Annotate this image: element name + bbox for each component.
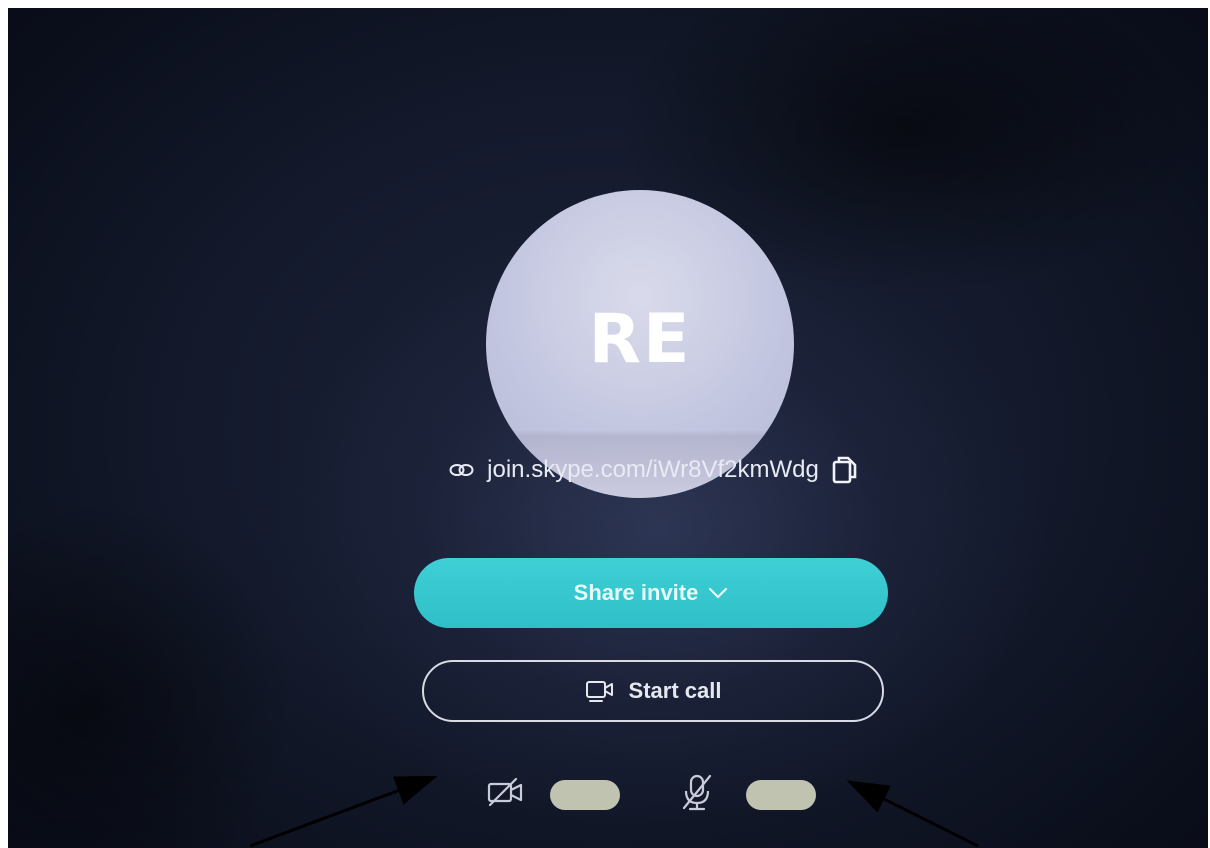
photo-frame: RE join.skype.com/iWr8Vf2kmWdg Share inv… [0,0,1210,848]
chevron-down-icon [708,587,728,599]
call-lobby-screen: RE join.skype.com/iWr8Vf2kmWdg Share inv… [8,8,1208,848]
camera-toggle[interactable] [550,780,620,810]
share-invite-button[interactable]: Share invite [414,558,888,628]
avatar-initials: RE [588,299,692,379]
microphone-toggle[interactable] [746,780,816,810]
video-call-icon [585,679,615,703]
share-invite-label: Share invite [573,580,699,605]
start-call-label: Start call [628,678,722,703]
invite-link-row: join.skype.com/iWr8Vf2kmWdg [394,450,914,490]
microphone-off-icon [680,772,714,817]
start-call-button[interactable]: Start call [422,660,884,722]
copy-icon[interactable] [831,455,859,485]
invite-link-url[interactable]: join.skype.com/iWr8Vf2kmWdg [487,456,819,484]
camera-off-icon [486,776,526,813]
link-icon [449,461,475,479]
